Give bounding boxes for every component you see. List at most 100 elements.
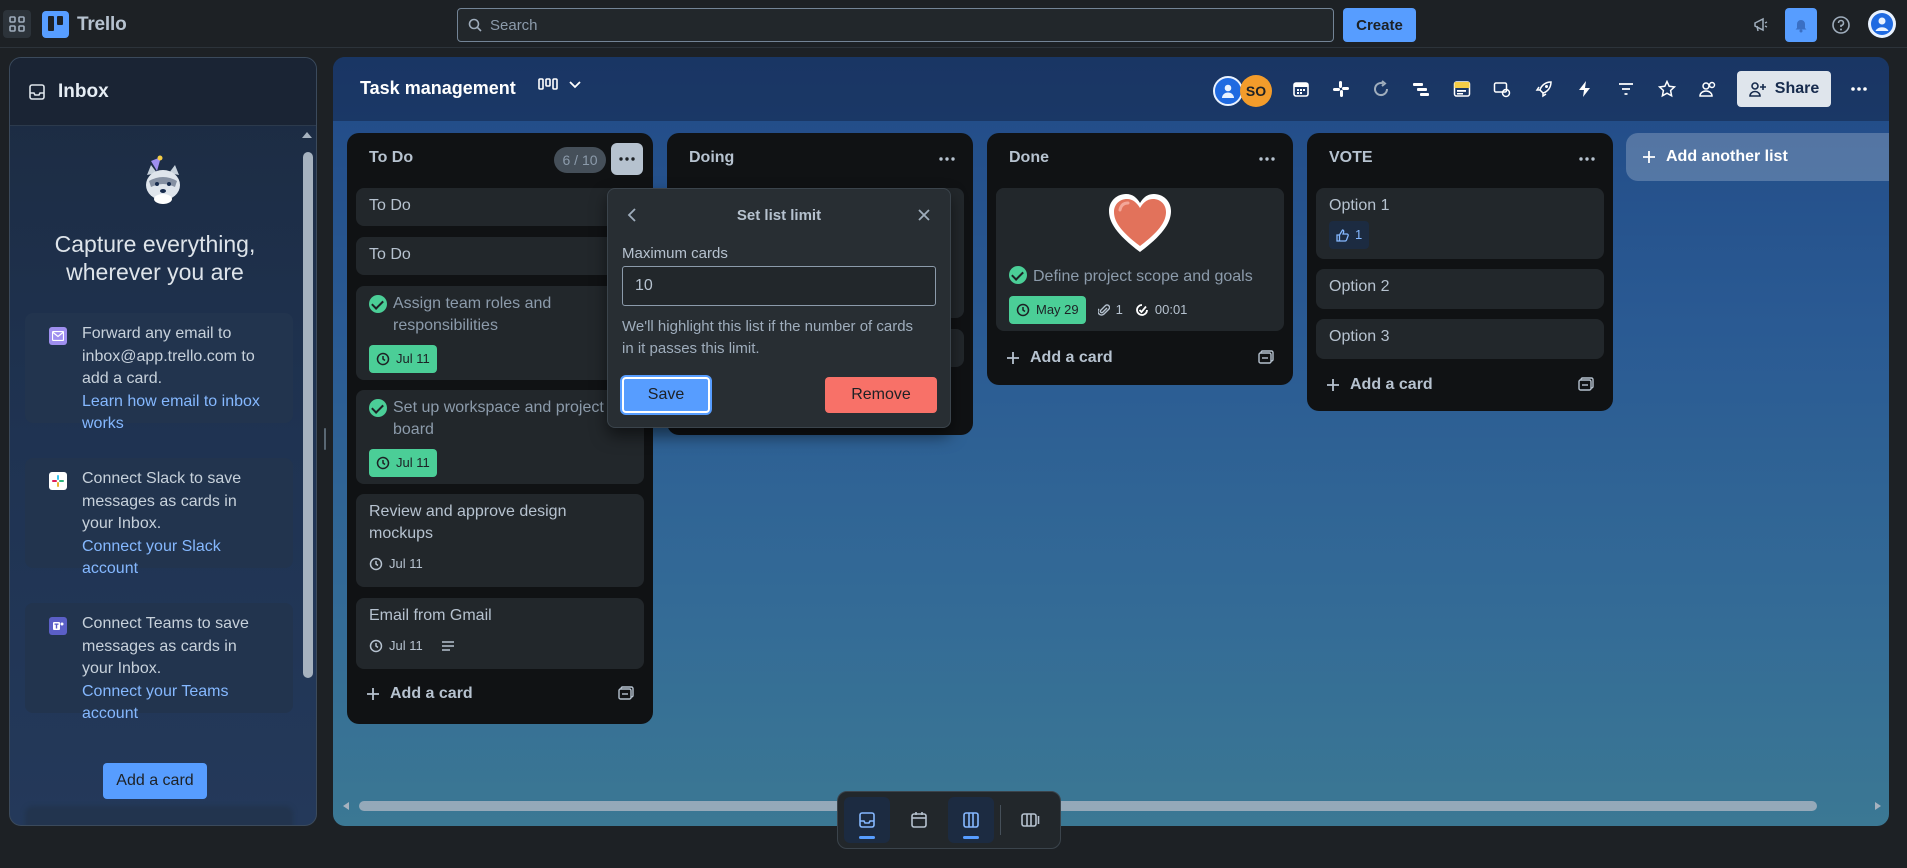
- card[interactable]: Option 3: [1316, 319, 1604, 359]
- description-icon: [441, 641, 454, 651]
- account-avatar[interactable]: [1868, 10, 1896, 38]
- complete-check-icon[interactable]: [1009, 266, 1027, 284]
- switch-boards-button[interactable]: [1007, 797, 1053, 843]
- star-board-button[interactable]: [1655, 77, 1679, 101]
- card[interactable]: Option 1 1: [1316, 188, 1604, 259]
- timeline-powerup-button[interactable]: [1409, 77, 1433, 101]
- connect-teams-link[interactable]: Connect your Teams: [82, 681, 283, 704]
- planner-toggle-button[interactable]: [896, 797, 942, 843]
- save-button[interactable]: Save: [622, 377, 710, 413]
- connect-slack-link[interactable]: Connect your Slack: [82, 536, 283, 559]
- create-from-template-button[interactable]: [1578, 377, 1594, 391]
- list-card-count-badge: 6 / 10: [554, 147, 606, 173]
- refresh-icon: [1374, 80, 1389, 97]
- list-menu-button[interactable]: [931, 143, 963, 175]
- card-sync-powerup-button[interactable]: [1490, 77, 1514, 101]
- connect-slack-link[interactable]: account: [82, 558, 283, 581]
- due-date-badge[interactable]: Jul 11: [369, 553, 423, 575]
- card-badges: May 29 1 00:01: [1009, 288, 1271, 324]
- card-cover-powerup-button[interactable]: [1450, 77, 1474, 101]
- more-horizontal-icon: [1851, 87, 1867, 91]
- scroll-right-icon[interactable]: [1873, 801, 1883, 811]
- sync-powerup-button[interactable]: [1369, 77, 1393, 101]
- scroll-up-icon[interactable]: [300, 130, 314, 140]
- timeline-icon: [1413, 83, 1429, 96]
- slack-powerup-button[interactable]: [1329, 77, 1353, 101]
- card-title: Option 2: [1329, 278, 1390, 295]
- timer-badge: 00:01: [1135, 299, 1187, 321]
- email-help-link[interactable]: works: [82, 413, 283, 436]
- list-menu-button[interactable]: [1571, 143, 1603, 175]
- list-menu-button[interactable]: [611, 143, 643, 175]
- add-card-button[interactable]: Add a card: [1316, 367, 1604, 403]
- add-card-button[interactable]: Add a card: [356, 676, 644, 712]
- list-title[interactable]: To Do: [347, 133, 653, 183]
- scroll-left-icon[interactable]: [341, 801, 351, 811]
- complete-check-icon[interactable]: [369, 295, 387, 313]
- card[interactable]: Email from Gmail Jul 11: [356, 598, 644, 669]
- email-help-link[interactable]: Learn how email to inbox: [82, 391, 283, 414]
- search-box[interactable]: [457, 8, 1334, 42]
- board-scrollbar-thumb[interactable]: [359, 801, 1817, 811]
- card[interactable]: Review and approve design mockups Jul 11: [356, 494, 644, 587]
- due-date-badge[interactable]: May 29: [1009, 296, 1086, 324]
- inbox-add-card-button[interactable]: Add a card: [103, 763, 207, 799]
- list-menu-button[interactable]: [1251, 143, 1283, 175]
- list-title[interactable]: Done: [987, 133, 1293, 183]
- connect-teams-link[interactable]: account: [82, 703, 283, 726]
- add-card-button[interactable]: Add a card: [996, 340, 1284, 376]
- board-view-switcher[interactable]: [538, 77, 582, 93]
- card[interactable]: Option 2: [1316, 269, 1604, 309]
- list-vote: VOTE Option 1 1 Option 2 Option 3 Add a …: [1307, 133, 1613, 411]
- remove-button[interactable]: Remove: [825, 377, 937, 413]
- husky-mascot-icon: [135, 155, 191, 207]
- votes-badge[interactable]: 1: [1329, 221, 1370, 249]
- search-input[interactable]: [490, 16, 1290, 34]
- list-title[interactable]: VOTE: [1307, 133, 1613, 183]
- close-button[interactable]: [912, 203, 936, 227]
- inbox-scrollbar[interactable]: [300, 130, 314, 825]
- power-ups-button[interactable]: [1532, 77, 1556, 101]
- board-menu-button[interactable]: [1847, 77, 1871, 101]
- create-button[interactable]: Create: [1343, 8, 1416, 42]
- automation-button[interactable]: [1573, 77, 1597, 101]
- member-avatar-initials[interactable]: SO: [1240, 75, 1272, 107]
- notifications-button[interactable]: [1748, 12, 1774, 38]
- apps-switcher-button[interactable]: [3, 10, 31, 38]
- slack-text: Connect Slack to save: [82, 470, 242, 487]
- board-horizontal-scrollbar[interactable]: [339, 799, 1885, 813]
- calendar-powerup-button[interactable]: [1289, 77, 1313, 101]
- member-avatar[interactable]: [1213, 76, 1243, 106]
- email-text: add a card.: [82, 370, 163, 387]
- trello-logo[interactable]: Trello: [42, 11, 127, 38]
- workspace-visibility-button[interactable]: [1696, 77, 1720, 101]
- card[interactable]: To Do: [356, 188, 644, 226]
- card[interactable]: To Do: [356, 237, 644, 275]
- card-title-row: Define project scope and goals: [1009, 266, 1271, 288]
- due-date-badge[interactable]: Jul 11: [369, 449, 437, 477]
- maximum-cards-input[interactable]: [622, 266, 936, 306]
- panel-resize-handle[interactable]: [324, 428, 326, 450]
- inbox-scrollbar-thumb[interactable]: [303, 152, 313, 678]
- board-toggle-button[interactable]: [948, 797, 994, 843]
- due-date-badge[interactable]: Jul 11: [369, 345, 437, 373]
- due-date-badge[interactable]: Jul 11: [369, 635, 455, 657]
- card[interactable]: Set up workspace and project board Jul 1…: [356, 390, 644, 484]
- card[interactable]: Define project scope and goals May 29 1 …: [996, 188, 1284, 331]
- help-button[interactable]: [1828, 12, 1854, 38]
- timer-check-icon: [1136, 304, 1148, 316]
- card[interactable]: Assign team roles and responsibilities J…: [356, 286, 644, 380]
- filter-button[interactable]: [1614, 77, 1638, 101]
- inbox-toggle-button[interactable]: [844, 797, 890, 843]
- share-button[interactable]: Share: [1737, 71, 1831, 107]
- list-title[interactable]: Doing: [667, 133, 973, 183]
- add-another-list-button[interactable]: Add another list: [1626, 133, 1889, 181]
- create-from-template-button[interactable]: [1258, 350, 1274, 364]
- popover-title: Set list limit: [736, 207, 822, 224]
- complete-check-icon[interactable]: [369, 399, 387, 417]
- notifications-bell-button[interactable]: [1785, 8, 1817, 42]
- card-title-row: Set up workspace and project board: [369, 397, 631, 441]
- board-title[interactable]: Task management: [360, 78, 516, 99]
- limit-help-text: We'll highlight this list if the number …: [622, 316, 942, 360]
- create-from-template-button[interactable]: [618, 686, 634, 700]
